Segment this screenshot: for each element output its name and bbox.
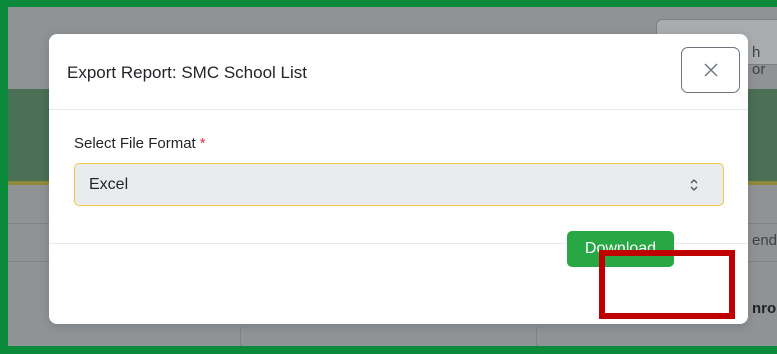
background-search-text: h or bbox=[752, 44, 766, 78]
modal-title: Export Report: SMC School List bbox=[67, 63, 307, 82]
background-column-header: nroll bbox=[752, 300, 777, 317]
modal-header: Export Report: SMC School List bbox=[49, 34, 748, 110]
export-report-modal: Export Report: SMC School List Select Fi… bbox=[49, 34, 748, 324]
background-column-line bbox=[240, 327, 241, 346]
file-format-select[interactable]: Excel bbox=[74, 163, 724, 206]
background-row-text: end bbox=[752, 232, 777, 249]
chevron-up-down-icon bbox=[690, 179, 698, 191]
close-icon bbox=[704, 63, 717, 77]
file-format-label: Select File Format * bbox=[74, 135, 206, 152]
download-button[interactable]: Download bbox=[567, 231, 674, 267]
file-format-label-text: Select File Format bbox=[74, 135, 196, 152]
background-column-line bbox=[536, 327, 537, 346]
required-marker: * bbox=[199, 135, 206, 152]
close-button[interactable] bbox=[681, 47, 740, 93]
file-format-selected-value: Excel bbox=[89, 176, 129, 193]
